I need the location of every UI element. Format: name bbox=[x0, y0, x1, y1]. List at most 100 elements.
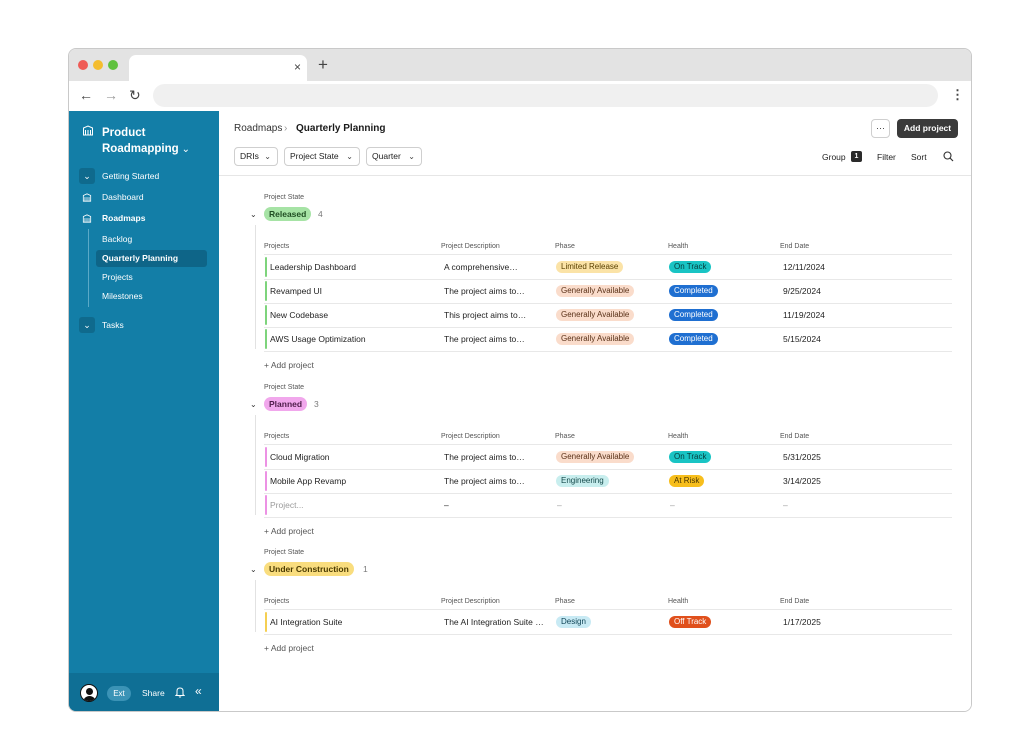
project-name[interactable]: Mobile App Revamp bbox=[270, 475, 346, 487]
sidebar-subitem-backlog[interactable]: Backlog bbox=[96, 231, 207, 248]
column-header-end-date: End Date bbox=[780, 243, 810, 250]
sidebar-subitem-milestones[interactable]: Milestones bbox=[96, 288, 207, 305]
project-name[interactable]: Leadership Dashboard bbox=[270, 261, 356, 273]
column-header-phase: Phase bbox=[555, 433, 575, 440]
project-description: The AI Integration Suite … bbox=[444, 617, 544, 627]
sidebar-item-getting-started[interactable]: ⌄ Getting Started bbox=[69, 167, 219, 185]
browser-menu-icon[interactable]: ⋮ bbox=[951, 87, 964, 103]
row-state-bar bbox=[265, 471, 267, 491]
phase-badge: Engineering bbox=[556, 475, 609, 487]
table-divider bbox=[264, 517, 952, 518]
phase-badge: Generally Available bbox=[556, 333, 635, 345]
phase-badge: Design bbox=[556, 616, 591, 628]
group-count: 1 bbox=[363, 564, 368, 574]
breadcrumb-parent[interactable]: Roadmaps bbox=[234, 122, 282, 136]
sidebar: Product Roadmapping ⌄ ⌄ Getting Started D… bbox=[69, 111, 219, 711]
project-name[interactable]: Revamped UI bbox=[270, 285, 322, 297]
project-description: This project aims to… bbox=[444, 310, 527, 320]
tab-close-icon[interactable]: × bbox=[294, 60, 301, 74]
table-row[interactable]: Revamped UI The project aims to… Generally… bbox=[264, 279, 952, 303]
end-date: 5/15/2024 bbox=[783, 334, 821, 344]
table-row[interactable]: New Codebase This project aims to… General… bbox=[264, 303, 952, 327]
table-row[interactable]: Leadership Dashboard A comprehensive… Limi… bbox=[264, 255, 952, 279]
search-icon[interactable] bbox=[943, 151, 954, 162]
project-name[interactable]: AWS Usage Optimization bbox=[270, 333, 366, 345]
filter-label: DRIs bbox=[240, 151, 259, 161]
group-caption: Project State bbox=[264, 549, 305, 556]
table-row[interactable]: Project... – – – – bbox=[264, 493, 952, 517]
main-content: Roadmaps › Quarterly Planning ··· Add pr… bbox=[219, 111, 971, 711]
project-name[interactable]: New Codebase bbox=[270, 309, 328, 321]
collapse-sidebar-icon[interactable]: « bbox=[195, 684, 202, 698]
table-row[interactable]: Mobile App Revamp The project aims to… Eng… bbox=[264, 469, 952, 493]
chevron-down-icon[interactable]: ⌄ bbox=[79, 168, 95, 184]
close-window-button[interactable] bbox=[78, 60, 88, 70]
more-options-button[interactable]: ··· bbox=[871, 119, 890, 138]
project-name[interactable]: Project... bbox=[270, 499, 304, 511]
sidebar-item-roadmaps[interactable]: Roadmaps bbox=[69, 209, 219, 227]
table-row[interactable]: AI Integration Suite The AI Integration S… bbox=[264, 610, 952, 634]
sort-button[interactable]: Sort bbox=[911, 151, 927, 163]
group-button[interactable]: Group bbox=[822, 151, 846, 163]
maximize-window-button[interactable] bbox=[108, 60, 118, 70]
project-description: A comprehensive… bbox=[444, 262, 518, 272]
end-date: 11/19/2024 bbox=[783, 310, 825, 320]
sidebar-item-dashboard[interactable]: Dashboard bbox=[69, 188, 219, 206]
health-empty: – bbox=[670, 500, 675, 510]
group-indent-line bbox=[255, 225, 256, 349]
add-project-button[interactable]: Add project bbox=[897, 119, 958, 138]
sidebar-subitem-projects[interactable]: Projects bbox=[96, 269, 207, 286]
table-row[interactable]: AWS Usage Optimization The project aims t… bbox=[264, 327, 952, 351]
chevron-down-icon[interactable]: ⌄ bbox=[250, 399, 257, 411]
group-planned: Project State ⌄ Planned 3 Projects Project De… bbox=[219, 383, 971, 541]
group-count: 4 bbox=[318, 209, 323, 219]
group-caption: Project State bbox=[264, 194, 305, 201]
column-header-end-date: End Date bbox=[780, 433, 810, 440]
group-state-pill: Planned bbox=[264, 397, 308, 411]
browser-toolbar: ← → ↻ ⋮ bbox=[69, 81, 971, 111]
bell-icon[interactable] bbox=[175, 686, 185, 698]
filter-label: Quarter bbox=[372, 151, 401, 161]
add-project-row[interactable]: + Add project bbox=[264, 642, 314, 654]
project-description: The project aims to… bbox=[444, 452, 525, 462]
new-tab-icon[interactable]: + bbox=[318, 56, 328, 73]
address-bar[interactable] bbox=[153, 84, 938, 107]
forward-arrow-icon[interactable]: → bbox=[104, 86, 118, 104]
building-icon bbox=[83, 125, 93, 136]
minimize-window-button[interactable] bbox=[93, 60, 103, 70]
column-header-project-description: Project Description bbox=[441, 598, 500, 605]
app-title[interactable]: Product Roadmapping ⌄ bbox=[102, 125, 212, 158]
chevron-down-icon[interactable]: ⌄ bbox=[250, 564, 257, 576]
table-row[interactable]: Cloud Migration The project aims to… Gener… bbox=[264, 445, 952, 469]
reload-icon[interactable]: ↻ bbox=[129, 86, 141, 104]
end-date: 12/11/2024 bbox=[783, 262, 825, 272]
project-name[interactable]: Cloud Migration bbox=[270, 451, 330, 463]
row-state-bar bbox=[265, 305, 267, 325]
sidebar-subitem-quarterly-planning[interactable]: Quarterly Planning bbox=[96, 250, 207, 267]
tab-strip: × + bbox=[69, 49, 971, 81]
share-button[interactable]: Share bbox=[142, 686, 165, 700]
avatar[interactable] bbox=[80, 684, 98, 702]
add-project-row[interactable]: + Add project bbox=[264, 359, 314, 371]
add-project-row[interactable]: + Add project bbox=[264, 525, 314, 537]
browser-tab[interactable]: × bbox=[129, 55, 307, 81]
chevron-down-icon[interactable]: ⌄ bbox=[79, 317, 95, 333]
filter-quarter[interactable]: Quarter ⌄ bbox=[366, 147, 422, 166]
health-badge: Completed bbox=[669, 285, 718, 297]
health-badge: At Risk bbox=[669, 475, 705, 487]
browser-window: × + ← → ↻ ⋮ Product Roadmapping ⌄ ⌄ Getti… bbox=[68, 48, 972, 712]
chevron-down-icon: ⌄ bbox=[408, 152, 415, 161]
group-caption: Project State bbox=[264, 384, 305, 391]
row-state-bar bbox=[265, 447, 267, 467]
filter-dris[interactable]: DRIs ⌄ bbox=[234, 147, 278, 166]
ext-chip[interactable]: Ext bbox=[107, 686, 131, 701]
project-description: The project aims to… bbox=[444, 476, 525, 486]
group-count-badge: 1 bbox=[851, 151, 862, 162]
chevron-down-icon[interactable]: ⌄ bbox=[250, 209, 257, 221]
back-arrow-icon[interactable]: ← bbox=[79, 86, 93, 104]
project-name[interactable]: AI Integration Suite bbox=[270, 616, 342, 628]
filter-button[interactable]: Filter bbox=[877, 151, 896, 163]
column-header-projects: Projects bbox=[264, 598, 290, 605]
filter-project-state[interactable]: Project State ⌄ bbox=[284, 147, 360, 166]
sidebar-item-tasks[interactable]: ⌄ Tasks bbox=[69, 316, 219, 334]
